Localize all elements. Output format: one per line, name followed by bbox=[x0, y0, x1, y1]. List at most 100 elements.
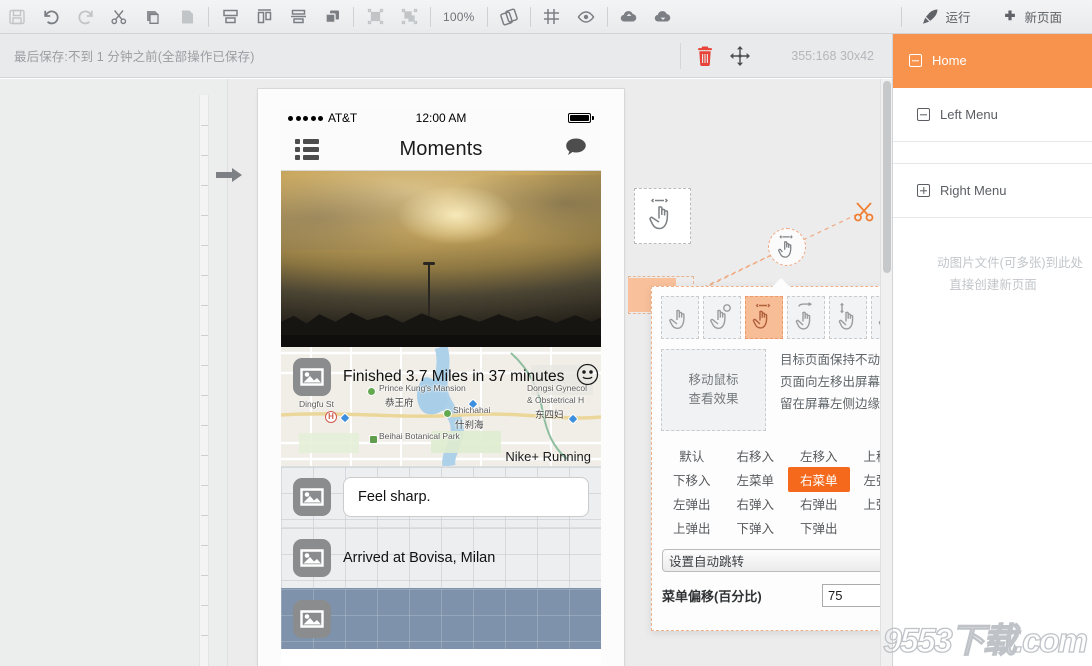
cut-icon[interactable] bbox=[102, 1, 136, 33]
battery-icon bbox=[568, 113, 594, 123]
transition-option[interactable]: 下弹入 bbox=[724, 515, 788, 539]
run-label: 运行 bbox=[945, 7, 970, 26]
pages-panel: Home Left Menu Right Menu 动图片文件(可多张)到此处 … bbox=[892, 34, 1092, 666]
ios-status-bar: AT&T 12:00 AM bbox=[281, 108, 601, 128]
group-icon[interactable] bbox=[358, 1, 392, 33]
sidebar-item-home[interactable]: Home bbox=[893, 34, 1092, 88]
toolbar-divider-2 bbox=[353, 7, 354, 27]
transition-option[interactable]: 左菜单 bbox=[724, 467, 788, 491]
brand-label: Nike+ Running bbox=[505, 449, 591, 464]
gesture-preview-box[interactable] bbox=[634, 188, 691, 244]
phone-screen: AT&T 12:00 AM Moments bbox=[281, 108, 601, 666]
drop-hint-line-2: 直接创建新页面 bbox=[901, 274, 1085, 296]
preview-eye-icon[interactable] bbox=[569, 1, 603, 33]
tap-hand-icon[interactable] bbox=[661, 296, 699, 339]
plus-icon bbox=[1002, 9, 1018, 25]
coordinate-readout: 355:168 30x42 bbox=[765, 49, 892, 63]
status-time: 12:00 AM bbox=[281, 111, 601, 125]
post-row-plain[interactable]: Arrived at Bovisa, Milan bbox=[281, 527, 601, 588]
new-page-button[interactable]: 新页面 bbox=[986, 0, 1078, 34]
align-vertical-icon[interactable] bbox=[247, 1, 281, 33]
toolbar-divider-5 bbox=[530, 7, 531, 27]
map-card[interactable]: H Dingfu St Prince Kung's Mansion 恭王府 Sh… bbox=[281, 347, 601, 466]
ungroup-icon[interactable] bbox=[392, 1, 426, 33]
transition-option[interactable]: 下弹出 bbox=[787, 515, 851, 539]
expand-plus-icon[interactable] bbox=[917, 184, 930, 197]
watermark: 9553下载.com bbox=[883, 613, 1086, 662]
toolbar-align-group bbox=[213, 0, 349, 34]
transition-option[interactable]: 默认 bbox=[660, 443, 724, 467]
preview-line-2: 查看效果 bbox=[688, 390, 738, 409]
transition-option[interactable]: 右弹入 bbox=[724, 491, 788, 515]
scrollbar-thumb[interactable] bbox=[883, 81, 891, 273]
transition-option[interactable]: 左移入 bbox=[787, 443, 851, 467]
toolbar-edit-group bbox=[0, 0, 204, 34]
post-bubble-text[interactable]: Feel sharp. bbox=[343, 477, 589, 517]
swipe-horizontal-hand-icon[interactable] bbox=[745, 296, 783, 339]
status-divider bbox=[680, 43, 681, 69]
sidebar-item-right-menu[interactable]: Right Menu bbox=[893, 164, 1092, 218]
double-tap-hand-icon[interactable] bbox=[703, 296, 741, 339]
upload-cloud-icon[interactable] bbox=[612, 1, 646, 33]
app-nav-bar: Moments bbox=[281, 128, 601, 171]
page-label: Home bbox=[932, 53, 967, 68]
hero-photo[interactable] bbox=[281, 171, 601, 347]
undo-icon[interactable] bbox=[34, 1, 68, 33]
map-label: 东四妇 bbox=[535, 407, 564, 421]
download-cloud-icon[interactable] bbox=[646, 1, 680, 33]
transition-option[interactable]: 上弹出 bbox=[660, 515, 724, 539]
object-tools: 355:168 30x42 bbox=[680, 43, 892, 69]
map-poi-beihai bbox=[369, 435, 378, 444]
move-mouse-preview[interactable]: 移动鼠标 查看效果 bbox=[661, 349, 766, 431]
swipe-right-hand-icon[interactable] bbox=[787, 296, 825, 339]
align-horizontal-icon[interactable] bbox=[213, 1, 247, 33]
page-label: Right Menu bbox=[940, 183, 1006, 198]
transition-option[interactable]: 左弹出 bbox=[660, 491, 724, 515]
drop-files-hint: 动图片文件(可多张)到此处 直接创建新页面 bbox=[901, 252, 1085, 296]
new-page-label: 新页面 bbox=[1024, 7, 1062, 26]
transition-option[interactable]: 下移入 bbox=[660, 467, 724, 491]
pages-spacer bbox=[893, 142, 1092, 164]
grid-icon[interactable] bbox=[535, 1, 569, 33]
post-row-bubble[interactable]: Feel sharp. bbox=[281, 466, 601, 527]
run-button[interactable]: 运行 bbox=[906, 0, 986, 34]
photo-placeholder-icon[interactable] bbox=[293, 600, 331, 638]
transition-option[interactable]: 右弹出 bbox=[787, 491, 851, 515]
transition-option[interactable]: 右移入 bbox=[724, 443, 788, 467]
ground-strip bbox=[281, 335, 601, 347]
collapse-minus-icon[interactable] bbox=[909, 54, 922, 67]
bring-front-icon[interactable] bbox=[315, 1, 349, 33]
collapse-minus-icon[interactable] bbox=[917, 108, 930, 121]
scissors-icon[interactable] bbox=[852, 200, 876, 224]
rotate-device-icon[interactable] bbox=[492, 1, 526, 33]
chat-bubble-icon[interactable] bbox=[565, 137, 587, 162]
map-label: Shichahai bbox=[453, 405, 490, 415]
main-toolbar: 100% bbox=[0, 0, 1092, 34]
paste-icon[interactable] bbox=[170, 1, 204, 33]
connector-gesture-node[interactable] bbox=[768, 228, 806, 266]
photo-placeholder-icon[interactable] bbox=[293, 478, 331, 516]
ruler-position-marker[interactable] bbox=[216, 168, 242, 182]
transition-option-selected[interactable]: 右菜单 bbox=[787, 467, 851, 491]
move-button[interactable] bbox=[729, 45, 751, 67]
photo-placeholder-icon[interactable] bbox=[293, 539, 331, 577]
delete-button[interactable] bbox=[695, 45, 715, 67]
phone-mockup[interactable]: AT&T 12:00 AM Moments bbox=[258, 89, 624, 666]
smiley-icon[interactable] bbox=[576, 363, 599, 391]
redo-icon[interactable] bbox=[68, 1, 102, 33]
post-row-selected[interactable] bbox=[281, 588, 601, 649]
sun-glow bbox=[396, 185, 516, 245]
run-summary-text: Finished 3.7 Miles in 37 minutes bbox=[343, 368, 564, 386]
zoom-level[interactable]: 100% bbox=[435, 10, 483, 24]
rocket-icon bbox=[922, 8, 939, 25]
auto-jump-select[interactable]: 设置自动跳转 bbox=[662, 549, 912, 572]
sidebar-item-left-menu[interactable]: Left Menu bbox=[893, 88, 1092, 142]
save-icon[interactable] bbox=[0, 1, 34, 33]
canvas-vertical-scrollbar[interactable] bbox=[880, 79, 892, 666]
list-menu-icon[interactable] bbox=[295, 139, 319, 160]
copy-icon[interactable] bbox=[136, 1, 170, 33]
photo-placeholder-icon[interactable] bbox=[293, 358, 331, 396]
swipe-vertical-hand-icon[interactable] bbox=[829, 296, 867, 339]
toolbar-divider-7 bbox=[901, 7, 902, 27]
distribute-icon[interactable] bbox=[281, 1, 315, 33]
